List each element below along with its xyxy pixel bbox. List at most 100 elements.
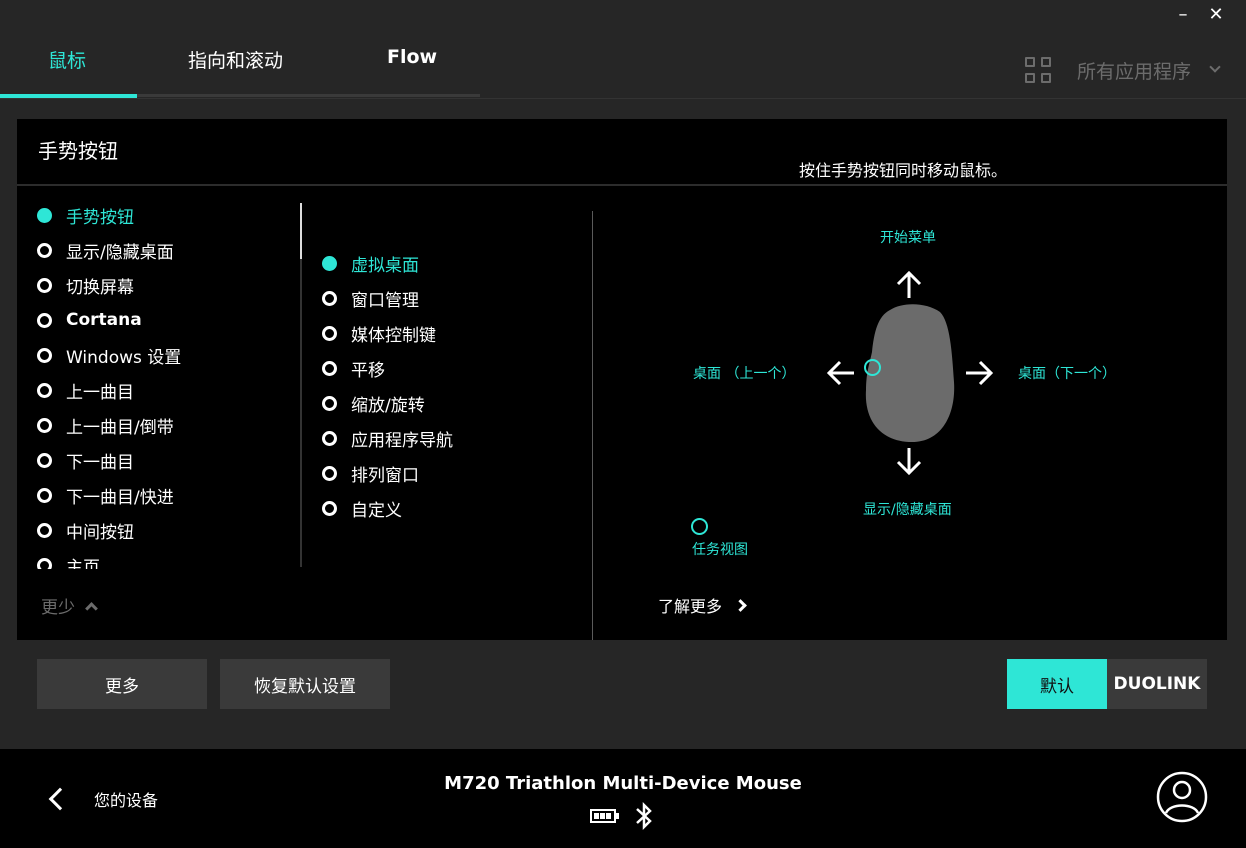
- tab-point-scroll[interactable]: 指向和滚动: [188, 46, 283, 73]
- radio-icon: [37, 313, 52, 328]
- list-item-next-fastforward[interactable]: 下一曲目/快进: [37, 483, 174, 507]
- radio-icon: [37, 278, 52, 293]
- radio-selected-icon: [322, 256, 337, 271]
- list-item-label: 显示/隐藏桌面: [66, 238, 174, 263]
- list-item-label: 窗口管理: [351, 286, 419, 311]
- list-item-label: 应用程序导航: [351, 426, 453, 451]
- show-less-label: 更少: [41, 593, 75, 618]
- list-item-label: 虚拟桌面: [351, 251, 419, 276]
- list-item-label: 排列窗口: [351, 461, 419, 486]
- button-list: 手势按钮 显示/隐藏桌面 切换屏幕 Cortana Windows 设置 上一曲…: [37, 203, 307, 569]
- arrow-left-icon: [826, 357, 856, 389]
- radio-icon: [37, 523, 52, 538]
- duolink-button[interactable]: DUOLINK: [1107, 659, 1207, 709]
- list-item-switch-screen[interactable]: 切换屏幕: [37, 273, 134, 297]
- default-button[interactable]: 默认: [1007, 659, 1107, 709]
- list-item-cortana[interactable]: Cortana: [37, 308, 142, 332]
- radio-icon: [322, 501, 337, 516]
- radio-icon: [322, 396, 337, 411]
- device-name: M720 Triathlon Multi-Device Mouse: [0, 773, 1246, 794]
- list-item-label: 切换屏幕: [66, 273, 134, 298]
- radio-icon: [37, 453, 52, 468]
- tab-flow[interactable]: Flow: [387, 46, 437, 68]
- list-item-arrange-windows[interactable]: 排列窗口: [322, 461, 419, 485]
- restore-defaults-button[interactable]: 恢复默认设置: [220, 659, 390, 709]
- arrow-up-icon: [893, 270, 925, 300]
- scrollbar-thumb[interactable]: [300, 203, 302, 259]
- list-item-label: 自定义: [351, 496, 402, 521]
- radio-icon: [322, 361, 337, 376]
- minimize-button[interactable]: –: [1169, 2, 1197, 28]
- tab-mouse[interactable]: 鼠标: [48, 46, 86, 73]
- list-item-label: 缩放/旋转: [351, 391, 425, 416]
- list-item-virtual-desktop[interactable]: 虚拟桌面: [322, 251, 419, 275]
- list-item-label: Windows 设置: [66, 343, 181, 368]
- bluetooth-icon: [634, 801, 654, 831]
- app-selector-label: 所有应用程序: [1077, 57, 1191, 84]
- list-item-home[interactable]: 主页: [37, 553, 100, 569]
- learn-more-label: 了解更多: [658, 593, 722, 617]
- device-status: [590, 801, 654, 831]
- list-item-next-track[interactable]: 下一曲目: [37, 448, 134, 472]
- close-button[interactable]: ✕: [1202, 2, 1230, 28]
- gesture-preset-list: 虚拟桌面 窗口管理 媒体控制键 平移 缩放/旋转 应用程序导航 排列窗口 自定义: [322, 251, 582, 541]
- radio-icon: [37, 243, 52, 258]
- radio-icon: [37, 418, 52, 433]
- panel-divider: [17, 184, 1227, 186]
- list-item-label: 平移: [351, 356, 385, 381]
- arrow-down-icon: [893, 446, 925, 476]
- list-item-label: 上一曲目: [66, 378, 134, 403]
- list-item-label: 中间按钮: [66, 518, 134, 543]
- gesture-click-label: 任务视图: [692, 539, 748, 559]
- grid-icon: [1025, 57, 1051, 83]
- list-item-windows-settings[interactable]: Windows 设置: [37, 343, 181, 367]
- list-item-custom[interactable]: 自定义: [322, 496, 402, 520]
- list-item-media-controls[interactable]: 媒体控制键: [322, 321, 436, 345]
- list-item-previous-rewind[interactable]: 上一曲目/倒带: [37, 413, 174, 437]
- list-item-window-management[interactable]: 窗口管理: [322, 286, 419, 310]
- gesture-button-marker-icon: [864, 359, 881, 376]
- list-item-app-navigation[interactable]: 应用程序导航: [322, 426, 453, 450]
- learn-more-link[interactable]: 了解更多: [658, 593, 745, 617]
- list-item-label: 手势按钮: [66, 203, 134, 228]
- radio-icon: [37, 488, 52, 503]
- account-icon[interactable]: [1156, 771, 1208, 823]
- gesture-right-label: 桌面（下一个）: [1018, 363, 1116, 383]
- list-item-show-hide-desktop[interactable]: 显示/隐藏桌面: [37, 238, 174, 262]
- list-item-label: 主页: [66, 553, 100, 570]
- gesture-up-label: 开始菜单: [880, 227, 936, 247]
- footer-bar: 您的设备 M720 Triathlon Multi-Device Mouse: [0, 749, 1246, 848]
- battery-icon: [590, 808, 620, 824]
- list-item-previous-track[interactable]: 上一曲目: [37, 378, 134, 402]
- radio-selected-icon: [37, 208, 52, 223]
- panel-title: 手势按钮: [38, 135, 118, 164]
- more-button[interactable]: 更多: [37, 659, 207, 709]
- list-item-label: Cortana: [66, 310, 142, 330]
- radio-icon: [322, 291, 337, 306]
- gesture-left-label: 桌面 （上一个）: [693, 363, 795, 383]
- radio-icon: [322, 326, 337, 341]
- radio-icon: [37, 383, 52, 398]
- list-item-middle-button[interactable]: 中间按钮: [37, 518, 134, 542]
- app-selector[interactable]: 所有应用程序: [1025, 56, 1219, 84]
- panel-hint: 按住手势按钮同时移动鼠标。: [799, 157, 1007, 181]
- chevron-down-icon: [1209, 61, 1220, 72]
- panel-vertical-divider: [592, 211, 593, 640]
- list-item-label: 媒体控制键: [351, 321, 436, 346]
- list-item-label: 下一曲目/快进: [66, 483, 174, 508]
- list-item-pan[interactable]: 平移: [322, 356, 385, 380]
- radio-icon: [322, 466, 337, 481]
- chevron-right-icon: [734, 599, 747, 612]
- radio-icon: [37, 348, 52, 363]
- arrow-right-icon: [964, 357, 994, 389]
- list-item-label: 上一曲目/倒带: [66, 413, 174, 438]
- radio-icon: [37, 558, 52, 570]
- list-item-gesture-button[interactable]: 手势按钮: [37, 203, 134, 227]
- gesture-down-label: 显示/隐藏桌面: [863, 499, 952, 519]
- header-divider: [0, 98, 1246, 99]
- list-item-label: 下一曲目: [66, 448, 134, 473]
- click-marker-icon: [691, 518, 708, 535]
- list-item-zoom-rotate[interactable]: 缩放/旋转: [322, 391, 425, 415]
- show-less-toggle[interactable]: 更少: [41, 593, 96, 618]
- chevron-up-icon: [85, 602, 98, 615]
